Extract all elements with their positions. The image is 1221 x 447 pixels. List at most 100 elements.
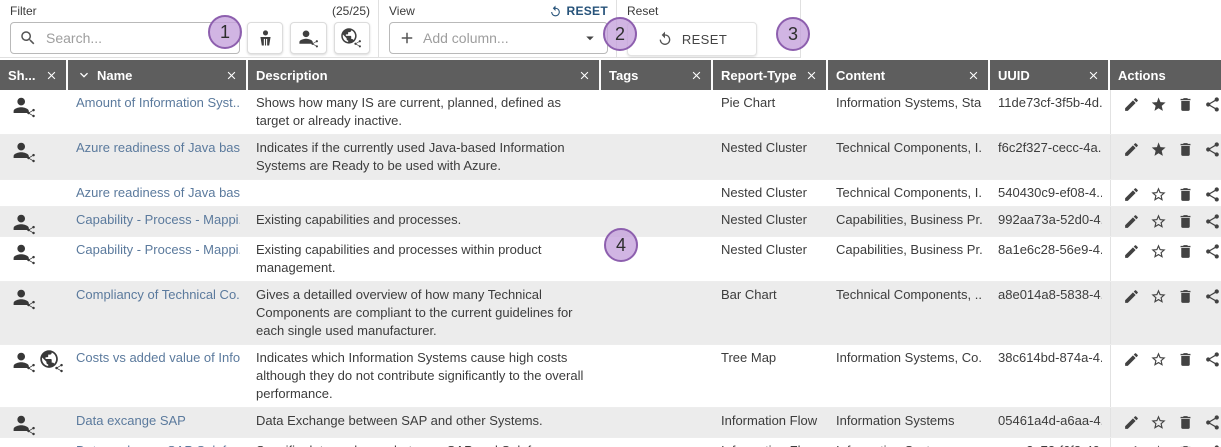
table-row: Compliancy of Technical Co... Gives a de… [0,282,1221,345]
cell-description: Existing capabilities and processes. [248,207,601,236]
close-icon[interactable] [1087,69,1100,82]
cell-report-type: Nested Cluster [713,135,828,179]
cell-description: Specific data exchange between SAP and S… [248,438,601,447]
column-header-name[interactable]: Name [68,60,248,90]
edit-icon[interactable] [1123,96,1140,113]
person-share-icon [12,212,36,236]
view-reset-button[interactable]: RESET [549,4,608,18]
description-text: Indicates if the currently used Java-bas… [256,140,565,173]
edit-icon[interactable] [1123,243,1140,260]
close-icon[interactable] [578,69,591,82]
search-input[interactable] [44,29,231,47]
my-reports-filter-button[interactable] [247,22,283,54]
close-icon[interactable] [805,69,818,82]
share-icon[interactable] [1204,288,1221,305]
report-name-link[interactable]: Capability - Process - Mappi... [76,241,240,259]
star-icon[interactable] [1150,96,1167,113]
add-column-select[interactable]: Add column... [389,22,608,54]
cell-tags [601,135,713,179]
filter-count: (25/25) [332,4,370,18]
share-icon[interactable] [1204,186,1221,203]
cell-uuid: 38c614bd-874a-4... [990,345,1110,407]
reset-label: Reset [627,4,658,18]
close-icon[interactable] [45,69,58,82]
report-name-link[interactable]: Capability - Process - Mappi... [76,211,240,229]
cell-actions [1110,207,1221,236]
cell-tags [601,90,713,134]
edit-icon[interactable] [1123,141,1140,158]
filter-controls [10,22,370,54]
delete-icon[interactable] [1177,141,1194,158]
edit-icon[interactable] [1123,186,1140,203]
star-icon[interactable] [1150,243,1167,260]
delete-icon[interactable] [1177,96,1194,113]
description-text: Gives a detailled overview of how many T… [256,287,573,338]
column-header-sh[interactable]: Sh... [0,60,68,90]
cell-actions [1110,237,1221,281]
report-name-link[interactable]: Azure readiness of Java bas... [76,184,240,202]
cell-report-type: Nested Cluster [713,207,828,236]
report-name-link[interactable]: Data exchange SAP Saleforce [76,442,240,447]
star-icon[interactable] [1150,186,1167,203]
person-share-icon [298,28,319,49]
share-icon[interactable] [1204,96,1221,113]
report-name-link[interactable]: Amount of Information Syst... [76,94,240,112]
report-name-link[interactable]: Data excange SAP [76,412,240,430]
cell-uuid: 11de73cf-3f5b-4d... [990,90,1110,134]
content-text: Information Systems [836,442,982,447]
column-header-content[interactable]: Content [828,60,990,90]
report-name-link[interactable]: Azure readiness of Java bas... [76,139,240,157]
uuid-text: a8e014a8-5838-4... [998,286,1102,304]
column-header-reporttype[interactable]: Report-Type [713,60,828,90]
close-icon[interactable] [967,69,980,82]
cell-uuid: f6c2f327-cecc-4a... [990,135,1110,179]
report-name-link[interactable]: Costs vs added value of Info... [76,349,240,367]
shared-reports-filter-button[interactable] [290,22,326,54]
star-icon[interactable] [1150,351,1167,368]
cell-shared [0,345,68,407]
star-icon[interactable] [1150,213,1167,230]
column-header-actions[interactable]: Actions [1110,60,1221,90]
content-text: Information Systems, Sta... [836,94,982,112]
filter-label: Filter [10,4,37,18]
column-header-uuid[interactable]: UUID [990,60,1110,90]
report-name-link[interactable]: Compliancy of Technical Co... [76,286,240,304]
cell-report-type: Information Flow [713,438,828,447]
cell-description: Data Exchange between SAP and other Syst… [248,408,601,437]
share-icon[interactable] [1204,213,1221,230]
edit-icon[interactable] [1123,414,1140,431]
close-icon[interactable] [690,69,703,82]
close-icon[interactable] [225,69,238,82]
column-header-tags[interactable]: Tags [601,60,713,90]
cell-shared [0,408,68,437]
share-icon[interactable] [1204,351,1221,368]
share-icon[interactable] [1204,141,1221,158]
content-text: Capabilities, Business Pr... [836,241,982,259]
star-icon[interactable] [1150,288,1167,305]
delete-icon[interactable] [1177,288,1194,305]
public-reports-filter-button[interactable] [334,22,370,54]
cell-description: Existing capabilities and processes with… [248,237,601,281]
reset-button[interactable]: RESET [627,22,757,56]
edit-icon[interactable] [1123,213,1140,230]
edit-icon[interactable] [1123,351,1140,368]
share-icon[interactable] [1204,243,1221,260]
star-icon[interactable] [1150,141,1167,158]
share-icon[interactable] [1204,414,1221,431]
delete-icon[interactable] [1177,186,1194,203]
report-type-text: Pie Chart [721,94,820,112]
cell-actions [1110,438,1221,447]
star-icon[interactable] [1150,414,1167,431]
column-header-description[interactable]: Description [248,60,601,90]
toolbar-spacer [801,0,1221,58]
cell-report-type: Tree Map [713,345,828,407]
search-box[interactable] [10,22,240,54]
delete-icon[interactable] [1177,213,1194,230]
edit-icon[interactable] [1123,288,1140,305]
content-text: Technical Components, I... [836,139,982,157]
cell-uuid: 05461a4d-a6aa-4... [990,408,1110,437]
delete-icon[interactable] [1177,243,1194,260]
delete-icon[interactable] [1177,351,1194,368]
view-header: View RESET [389,3,608,19]
delete-icon[interactable] [1177,414,1194,431]
